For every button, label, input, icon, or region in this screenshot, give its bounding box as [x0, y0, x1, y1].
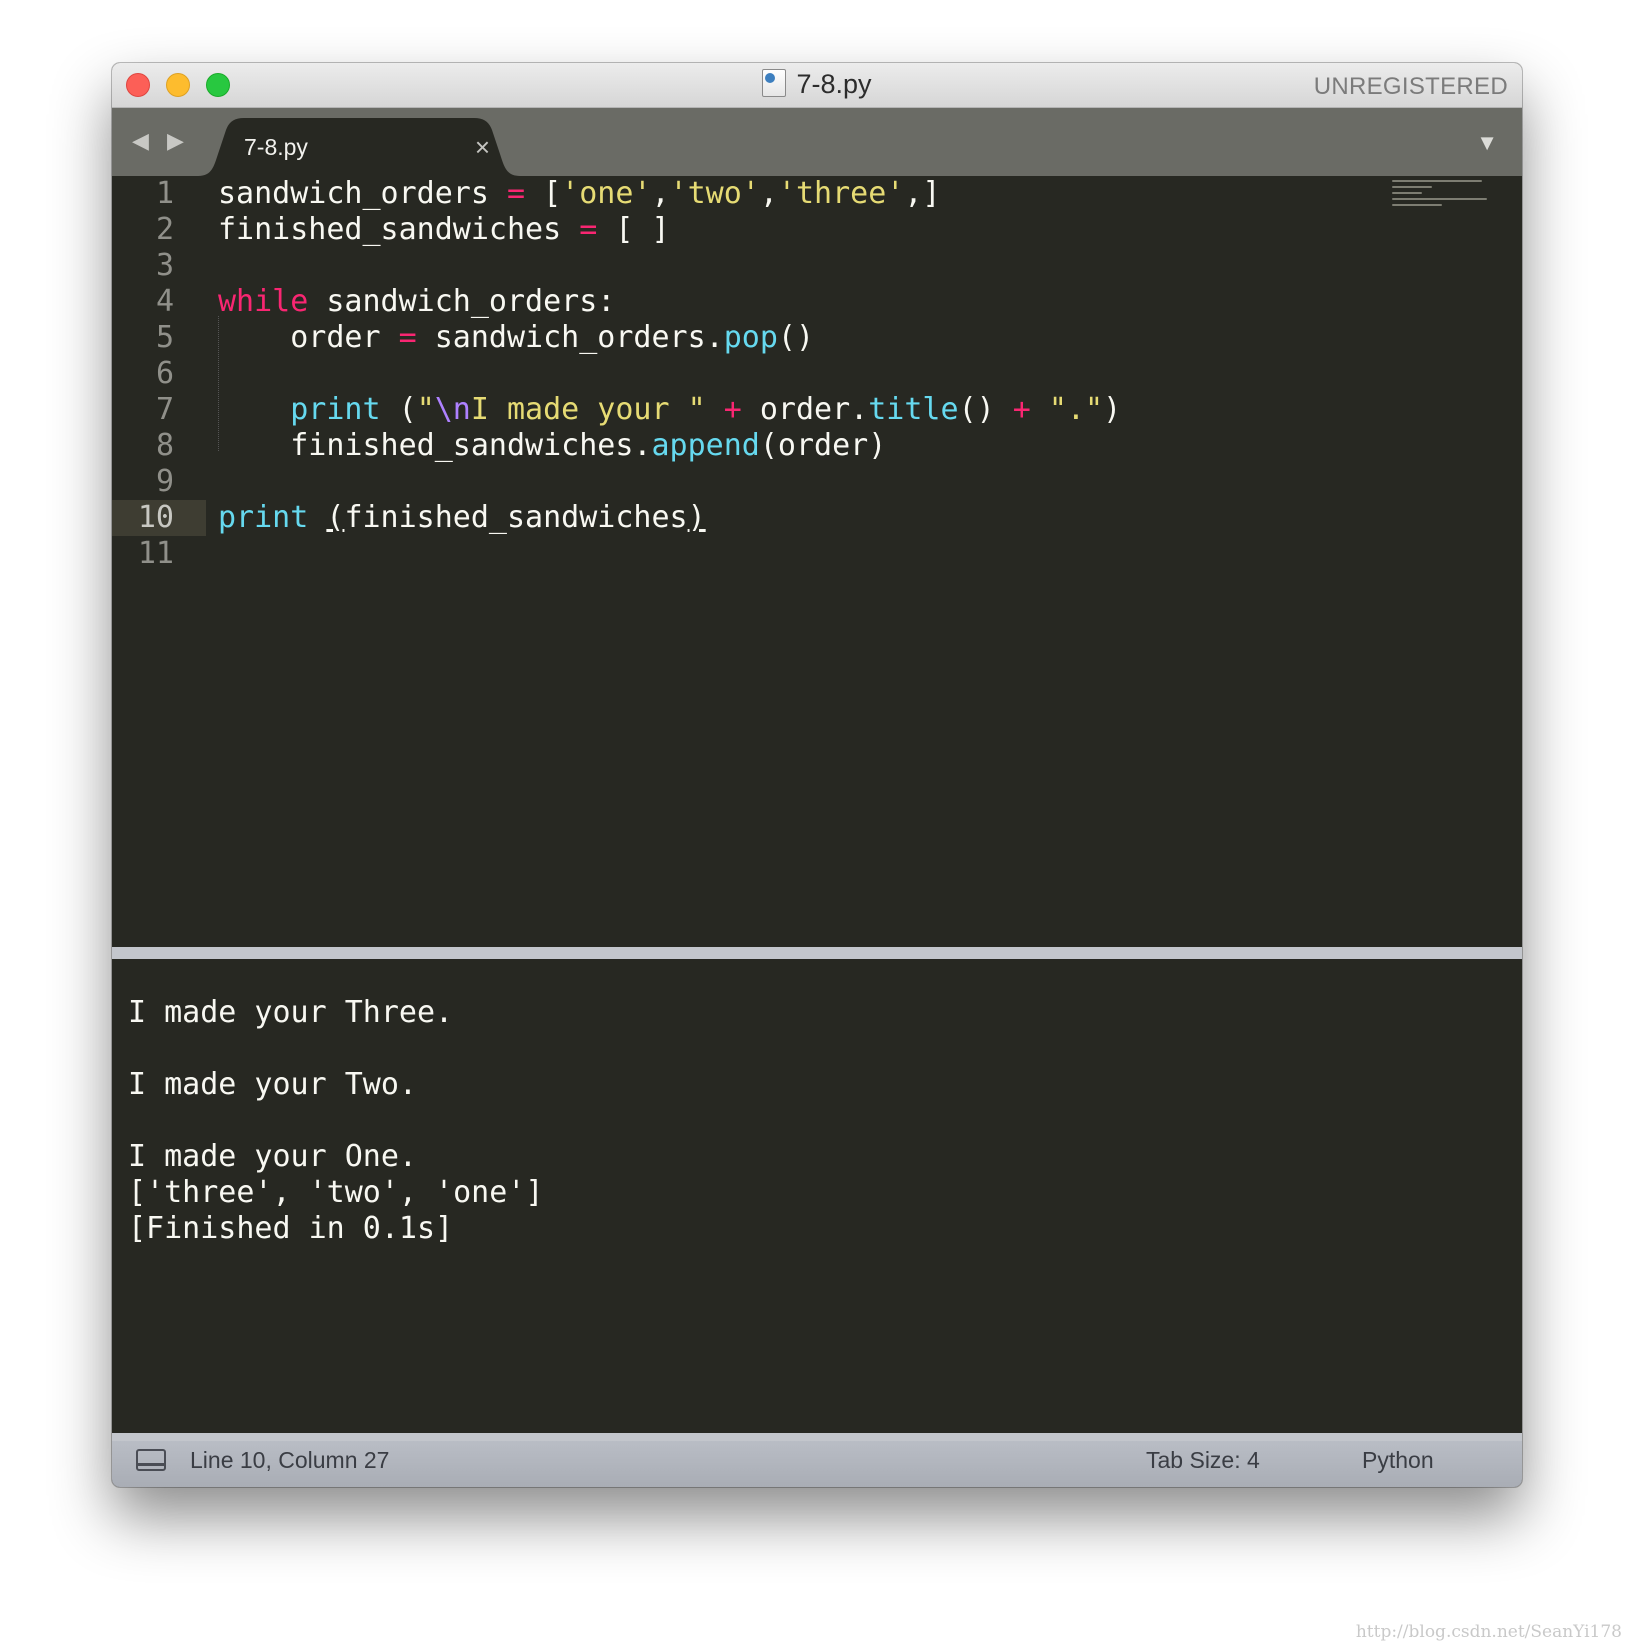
line-number: 2 [155, 212, 174, 247]
code-line[interactable]: 6 [112, 356, 1522, 392]
window-title: 7-8.py [796, 69, 872, 99]
python-file-icon [762, 69, 787, 97]
matched-bracket: ) [687, 500, 706, 535]
tab-bar: ◀ ▶ 7-8.py × ▼ [112, 108, 1522, 176]
code-text: while sandwich_orders: [218, 284, 616, 319]
output-line: I made your Three. [128, 995, 454, 1030]
build-output-panel[interactable]: I made your Three. I made your Two. I ma… [116, 959, 1516, 1433]
tab-7-8-py[interactable]: 7-8.py × [198, 118, 528, 176]
code-text: sandwich_orders = ['one','two','three',] [218, 176, 941, 211]
tab-dropdown-icon[interactable]: ▼ [1476, 130, 1498, 156]
code-line[interactable]: 8 finished_sandwiches.append(order) [112, 428, 1522, 464]
output-line: I made your One. [128, 1139, 417, 1174]
code-line[interactable]: 5 order = sandwich_orders.pop() [112, 320, 1522, 356]
syntax-selector[interactable]: Python [1362, 1447, 1434, 1474]
title-bar[interactable]: 7-8.py UNREGISTERED [112, 63, 1522, 108]
code-text: print (finished_sandwiches) [218, 500, 706, 535]
matched-bracket: ( [326, 500, 345, 535]
line-number: 9 [155, 464, 174, 499]
tab-close-icon[interactable]: × [475, 132, 490, 163]
window-title-group: 7-8.py [112, 69, 1522, 100]
code-line[interactable]: 3 [112, 248, 1522, 284]
line-number: 3 [155, 248, 174, 283]
line-number: 6 [155, 356, 174, 391]
tab-label: 7-8.py [244, 134, 308, 160]
output-line: I made your Two. [128, 1067, 417, 1102]
tab-size-selector[interactable]: Tab Size: 4 [1146, 1447, 1260, 1474]
line-number: 8 [155, 428, 174, 463]
unregistered-label: UNREGISTERED [1313, 73, 1508, 100]
panel-toggle-icon[interactable] [136, 1449, 166, 1471]
line-number: 7 [155, 392, 174, 427]
code-text: print ("\nI made your " + order.title() … [290, 392, 1122, 427]
code-line[interactable]: 11 [112, 536, 1522, 572]
code-text: finished_sandwiches = [ ] [218, 212, 670, 247]
code-line-current[interactable]: 10 print (finished_sandwiches) [112, 500, 1522, 536]
editor-window: 7-8.py UNREGISTERED ◀ ▶ 7-8.py × ▼ 1 san… [112, 63, 1522, 1487]
line-number: 10 [112, 500, 206, 536]
code-line[interactable]: 1 sandwich_orders = ['one','two','three'… [112, 176, 1522, 212]
tab-nav-arrows-icon[interactable]: ◀ ▶ [132, 128, 190, 154]
minimap[interactable] [1392, 180, 1492, 222]
output-line: ['three', 'two', 'one'] [128, 1175, 544, 1210]
code-line[interactable]: 2 finished_sandwiches = [ ] [112, 212, 1522, 248]
code-text: order = sandwich_orders.pop() [218, 320, 815, 355]
line-number: 4 [155, 284, 174, 319]
output-line: [Finished in 0.1s] [128, 1211, 454, 1246]
watermark: http://blog.csdn.net/SeanYi178 [1355, 1622, 1622, 1642]
code-text: finished_sandwiches.append(order) [218, 428, 887, 463]
line-number: 1 [155, 176, 174, 211]
panel-divider[interactable] [112, 947, 1522, 959]
code-line[interactable]: 7 print ("\nI made your " + order.title(… [112, 392, 1522, 428]
cursor-position[interactable]: Line 10, Column 27 [190, 1447, 389, 1474]
code-line[interactable]: 9 [112, 464, 1522, 500]
code-line[interactable]: 4 while sandwich_orders: [112, 284, 1522, 320]
status-bar: Line 10, Column 27 Tab Size: 4 Python [112, 1433, 1522, 1487]
line-number: 11 [137, 536, 174, 571]
code-editor[interactable]: 1 sandwich_orders = ['one','two','three'… [112, 176, 1522, 947]
line-number: 5 [155, 320, 174, 355]
